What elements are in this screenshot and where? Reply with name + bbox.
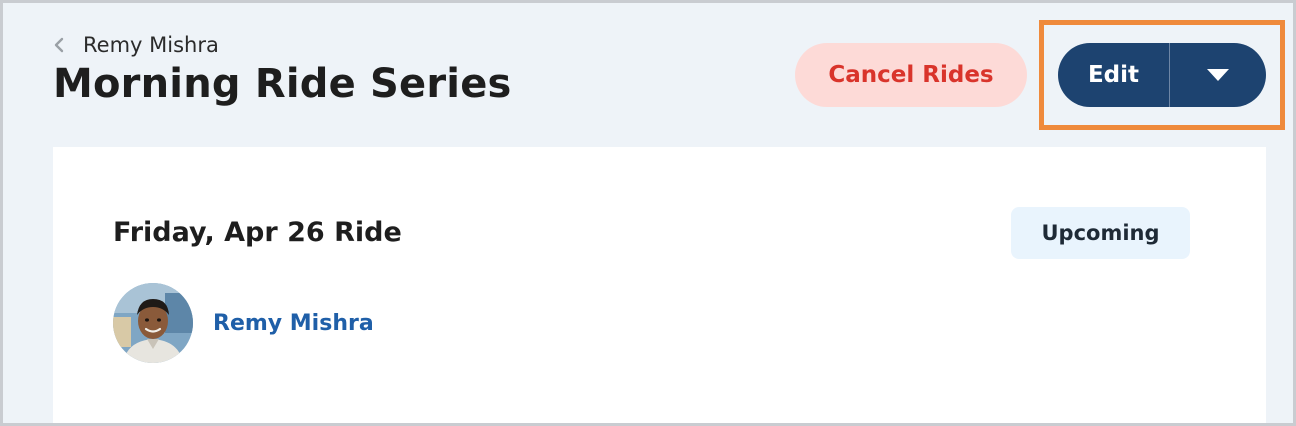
status-badge: Upcoming	[1011, 207, 1190, 259]
breadcrumb-label: Remy Mishra	[83, 33, 219, 57]
app-frame: Remy Mishra Morning Ride Series Cancel R…	[0, 0, 1296, 426]
page-title: Morning Ride Series	[53, 61, 512, 107]
rider-avatar-image	[113, 283, 193, 363]
ride-card: Friday, Apr 26 Ride Upcoming Remy Mishra	[53, 147, 1266, 423]
rider-name-link[interactable]: Remy Mishra	[213, 311, 374, 336]
rider-row: Remy Mishra	[113, 283, 374, 363]
edit-split-button[interactable]: Edit	[1058, 43, 1266, 107]
cancel-rides-button[interactable]: Cancel Rides	[795, 43, 1027, 107]
ride-title: Friday, Apr 26 Ride	[113, 217, 402, 248]
breadcrumb-back-link[interactable]: Remy Mishra	[53, 33, 219, 57]
edit-button[interactable]: Edit	[1058, 43, 1169, 107]
caret-down-icon	[1207, 69, 1229, 81]
avatar[interactable]	[113, 283, 193, 363]
edit-dropdown-toggle[interactable]	[1170, 43, 1266, 107]
chevron-left-icon	[53, 36, 73, 54]
